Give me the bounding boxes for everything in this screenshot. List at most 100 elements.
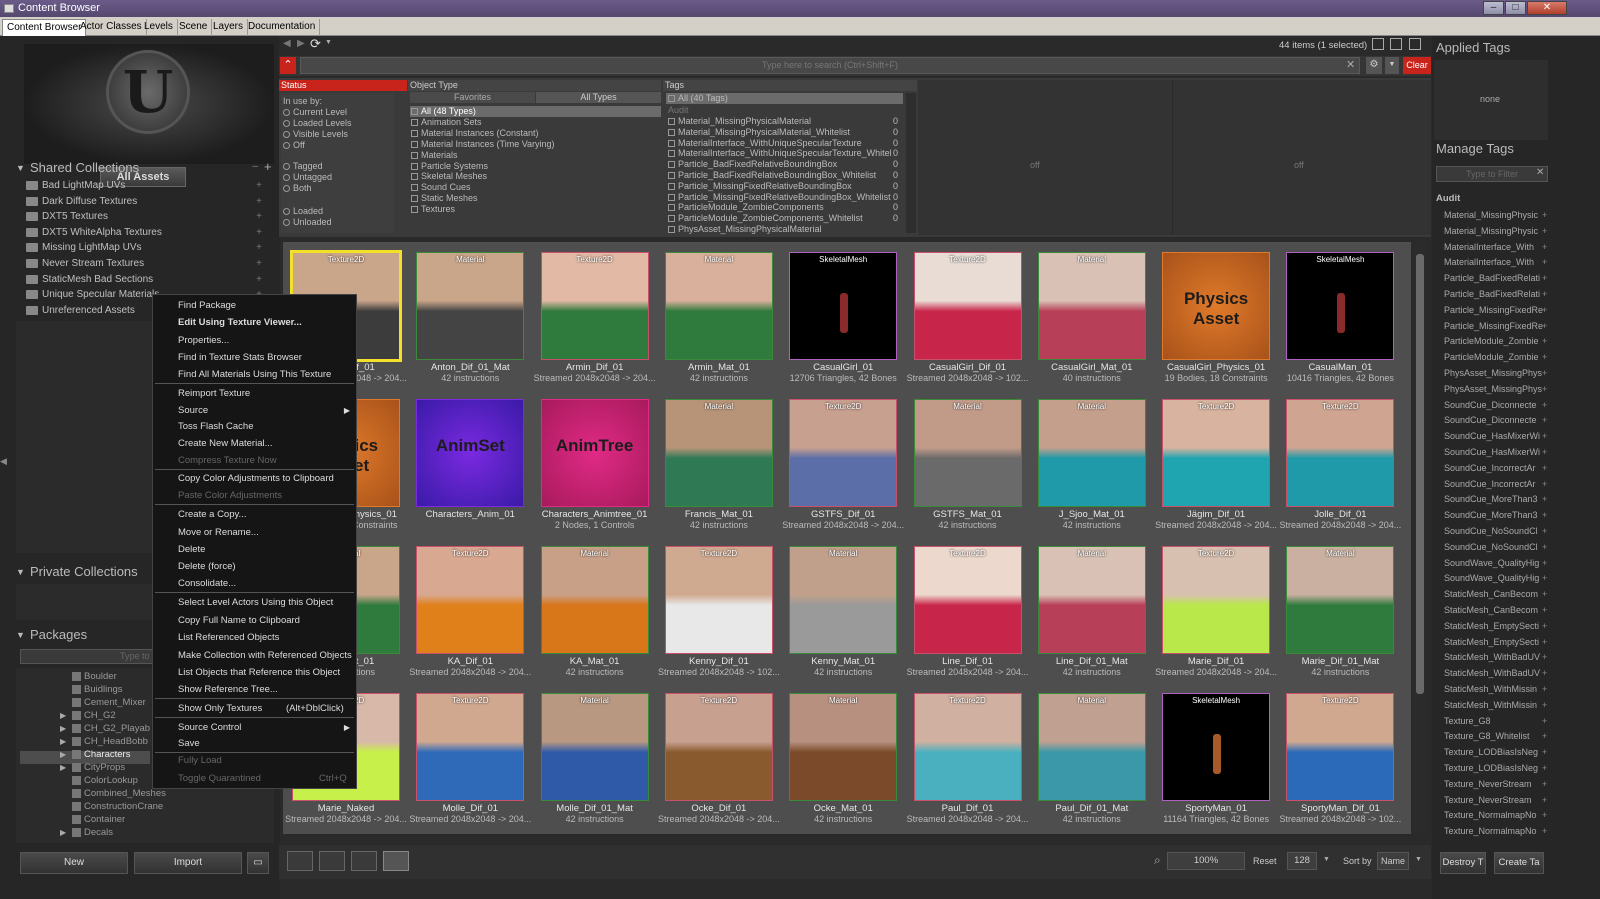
manage-tag-item[interactable]: StaticMesh_WithBadUV	[1444, 650, 1552, 666]
asset-tile[interactable]: SkeletalMesh SportyMan_01 11164 Triangles,…	[1154, 685, 1278, 832]
tab-documentation[interactable]: Documentation	[244, 19, 321, 36]
manage-tag-item[interactable]: Texture_NormalmapNo	[1444, 808, 1552, 824]
maximize-button[interactable]: □	[1505, 1, 1526, 15]
asset-tile[interactable]: Texture2D Ocke_Dif_01 Streamed 2048x2048 -…	[657, 685, 781, 832]
destroy-tag-button[interactable]: Destroy T	[1440, 852, 1486, 874]
manage-tag-item[interactable]: Particle_MissingFixedRe	[1444, 303, 1552, 319]
tag-add-icon[interactable]: +	[1542, 352, 1547, 362]
tag-option[interactable]: ParticleModule_ZombieComponents_Whitelis…	[668, 213, 900, 224]
tag-add-icon[interactable]: +	[1542, 494, 1547, 504]
objtype-option[interactable]: Animation Sets	[411, 117, 482, 128]
tag-option[interactable]: PhysAsset_MissingPhysicalMaterial	[668, 224, 900, 235]
status-option[interactable]: Visible Levels	[283, 129, 348, 140]
manage-tag-item[interactable]: PhysAsset_MissingPhys	[1444, 366, 1552, 382]
manage-tag-item[interactable]: Texture_G8	[1444, 714, 1552, 730]
new-collection-icon[interactable]	[1372, 38, 1384, 50]
tag-add-icon[interactable]: +	[1542, 605, 1547, 615]
asset-tile[interactable]: Material CasualGirl_Mat_01 40 instructions	[1030, 244, 1154, 391]
package-item[interactable]: Boulder	[70, 670, 117, 683]
status-option[interactable]: Both	[283, 183, 312, 194]
tab-scene[interactable]: Scene	[175, 19, 213, 36]
package-item[interactable]: ▶ Characters	[60, 748, 130, 761]
asset-tile[interactable]: Material J_Sjoo_Mat_01 42 instructions	[1030, 391, 1154, 538]
tags-scrollbar[interactable]	[906, 93, 916, 233]
tag-add-icon[interactable]: +	[1542, 779, 1547, 789]
collection-item[interactable]: StaticMesh Bad Sections +	[24, 272, 268, 287]
collection-item[interactable]: DXT5 WhiteAlpha Textures +	[24, 225, 268, 240]
manage-tag-item[interactable]: Particle_BadFixedRelati	[1444, 271, 1552, 287]
asset-tile[interactable]: Texture2D Line_Dif_01 Streamed 2048x2048 -…	[906, 538, 1030, 685]
asset-tile[interactable]: Material Anton_Dif_01_Mat 42 instructions	[408, 244, 532, 391]
reset-button[interactable]: Reset	[1253, 856, 1277, 866]
tag-add-icon[interactable]: +	[1542, 384, 1547, 394]
asset-tile[interactable]: Texture2D Paul_Dif_01 Streamed 2048x2048 -…	[906, 685, 1030, 832]
objtype-option[interactable]: Material Instances (Constant)	[411, 128, 539, 139]
expand-arrow-icon[interactable]: ▶	[60, 761, 66, 774]
menu-item[interactable]: Find Package	[153, 297, 356, 314]
asset-tile[interactable]: Texture2D KA_Dif_01 Streamed 2048x2048 -> …	[408, 538, 532, 685]
sort-by-select[interactable]: Name	[1377, 852, 1409, 870]
tag-option[interactable]: MaterialInterface_WithUniqueSpecularText…	[668, 148, 900, 159]
asset-tile[interactable]: AnimSet Characters_Anim_01	[408, 391, 532, 538]
menu-item[interactable]: Make Collection with Referenced Objects	[153, 647, 356, 664]
menu-item[interactable]: Properties...	[153, 332, 356, 349]
status-option[interactable]: Untagged	[283, 172, 332, 183]
collection-add-icon[interactable]: +	[256, 209, 262, 224]
package-item[interactable]: ▶ CH_G2_Playab	[60, 722, 150, 735]
menu-item[interactable]: Save	[153, 735, 356, 752]
menu-item[interactable]: Consolidate...	[153, 575, 356, 592]
tag-option[interactable]: Material_MissingPhysicalMaterial	[668, 116, 900, 127]
expand-arrow-icon[interactable]: ▶	[60, 748, 66, 761]
tag-add-icon[interactable]: +	[1542, 731, 1547, 741]
tab-actor-classes[interactable]: Actor Classes	[76, 19, 147, 36]
manage-tag-item[interactable]: Material_MissingPhysic	[1444, 208, 1552, 224]
menu-item[interactable]: Create a Copy...	[153, 506, 356, 523]
objtype-option[interactable]: Sound Cues	[411, 182, 471, 193]
asset-tile[interactable]: Texture2D GSTFS_Dif_01 Streamed 2048x2048 …	[781, 391, 905, 538]
objtype-option[interactable]: Particle Systems	[411, 161, 488, 172]
manage-tag-item[interactable]: StaticMesh_CanBecom	[1444, 587, 1552, 603]
objtype-option[interactable]: Skeletal Meshes	[411, 171, 487, 182]
manage-tag-item[interactable]: PhysAsset_MissingPhys	[1444, 382, 1552, 398]
tag-add-icon[interactable]: +	[1542, 700, 1547, 710]
tag-add-icon[interactable]: +	[1542, 747, 1547, 757]
tag-add-icon[interactable]: +	[1542, 226, 1547, 236]
collection-item[interactable]: Missing LightMap UVs +	[24, 240, 268, 255]
objtype-option[interactable]: Material Instances (Time Varying)	[411, 139, 555, 150]
menu-item[interactable]: Find in Texture Stats Browser	[153, 349, 356, 366]
status-option[interactable]: Tagged	[283, 161, 323, 172]
remove-from-collection-icon[interactable]	[1409, 38, 1421, 50]
collection-add-icon[interactable]: +	[256, 240, 262, 255]
collection-item[interactable]: Never Stream Textures +	[24, 256, 268, 271]
manage-tag-item[interactable]: SoundCue_Diconnecte	[1444, 398, 1552, 414]
create-tag-button[interactable]: Create Ta	[1494, 852, 1544, 874]
tag-add-icon[interactable]: +	[1542, 289, 1547, 299]
objtype-option[interactable]: All (48 Types)	[411, 106, 476, 117]
import-button[interactable]: Import	[134, 852, 242, 874]
objtype-option[interactable]: Materials	[411, 150, 458, 161]
package-item[interactable]: ConstructionCrane	[70, 800, 163, 813]
refresh-icon[interactable]: ⟳	[310, 36, 321, 52]
minimize-button[interactable]: –	[1483, 1, 1504, 15]
forward-arrow-icon[interactable]: ▶	[297, 38, 305, 49]
status-option[interactable]: Off	[283, 140, 305, 151]
package-item[interactable]: ColorLookup	[70, 774, 138, 787]
collection-item[interactable]: DXT5 Textures +	[24, 209, 268, 224]
menu-item[interactable]: Source Control ▶	[153, 719, 356, 736]
status-option[interactable]: Loaded	[283, 206, 323, 217]
tag-add-icon[interactable]: +	[1542, 321, 1547, 331]
shared-collections-header[interactable]: Shared Collections	[16, 159, 274, 177]
package-item[interactable]: Container	[70, 813, 125, 826]
manage-tag-item[interactable]: ParticleModule_Zombie	[1444, 334, 1552, 350]
tag-add-icon[interactable]: +	[1542, 573, 1547, 583]
manage-tags-filter-input[interactable]: Type to Filter	[1436, 166, 1548, 182]
tag-option[interactable]: Particle_MissingFixedRelativeBoundingBox	[668, 181, 900, 192]
package-item[interactable]: ▶ Decals	[60, 826, 113, 839]
tag-add-icon[interactable]: +	[1542, 684, 1547, 694]
manage-tag-item[interactable]: Texture_G8_Whitelist	[1444, 729, 1552, 745]
manage-tag-item[interactable]: ParticleModule_Zombie	[1444, 350, 1552, 366]
search-dropdown-icon[interactable]: ▼	[1385, 57, 1399, 74]
asset-tile[interactable]: AnimTree Characters_Animtree_01 2 Nodes, 1…	[533, 391, 657, 538]
collection-add-icon[interactable]: +	[256, 225, 262, 240]
menu-item[interactable]: Copy Full Name to Clipboard	[153, 612, 356, 629]
